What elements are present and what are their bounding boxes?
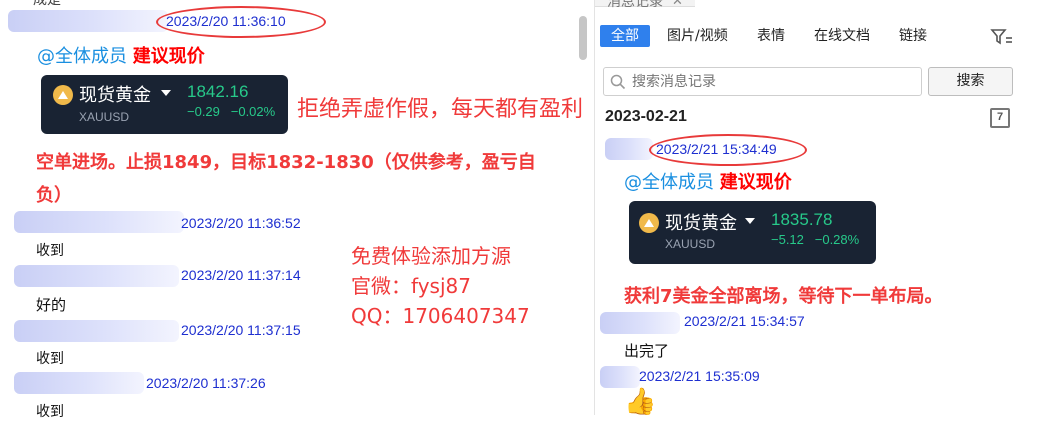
gold-coin-icon: [639, 213, 659, 233]
quote-card[interactable]: 现货黄金 XAUUSD 1842.16 −0.29 −0.02%: [41, 75, 288, 134]
quote-name: 现货黄金: [79, 85, 151, 106]
message-text: 收到: [36, 404, 64, 420]
sender-avatar-blurred: [14, 211, 184, 233]
gold-coin-icon: [53, 85, 73, 105]
quote-change: −5.12 −0.28%: [771, 232, 859, 247]
search-field[interactable]: [603, 67, 922, 96]
dropdown-caret-icon: [745, 218, 755, 224]
quote-change-value: −5.12: [771, 232, 804, 247]
message-body: 空单进场。止损1849，目标1832-1830（仅供参考，盈亏自: [36, 152, 536, 173]
tab-emoji[interactable]: 表情: [749, 25, 793, 47]
quote-change-value: −0.29: [187, 104, 220, 119]
message-timestamp: 2023/2/21 15:35:09: [639, 368, 760, 384]
tab-media[interactable]: 图片/视频: [659, 25, 736, 47]
slogan-text: 拒绝弄虚作假，每天都有盈利: [297, 97, 584, 122]
message-timestamp: 2023/2/21 15:34:57: [684, 313, 805, 329]
tab-all[interactable]: 全部: [600, 25, 650, 47]
history-panel: 消息记录 ✕ 全部 图片/视频 表情 在线文档 链接 搜索 2023-02-21…: [595, 0, 1045, 417]
search-button[interactable]: 搜索: [928, 67, 1013, 96]
promo-line3: QQ：1706407347: [351, 304, 530, 328]
dropdown-caret-icon: [161, 90, 171, 96]
thumbs-up-icon: 👍: [624, 387, 657, 417]
quote-price: 1835.78: [771, 210, 833, 229]
quote-change-pct: −0.28%: [814, 232, 860, 247]
quote-change: −0.29 −0.02%: [187, 104, 275, 119]
close-icon[interactable]: ✕: [672, 0, 683, 9]
scrollbar-track[interactable]: [578, 0, 588, 415]
message-text: 收到: [36, 243, 64, 259]
sender-avatar-blurred: [8, 10, 168, 32]
sender-avatar-blurred: [14, 265, 179, 287]
sender-avatar-blurred: [600, 312, 680, 334]
message-body: 获利7美金全部离场，等待下一单布局。: [624, 286, 943, 307]
message-text: 收到: [36, 351, 64, 367]
filter-icon[interactable]: [990, 27, 1014, 47]
message-timestamp: 2023/2/20 11:37:26: [146, 375, 266, 391]
sender-avatar-blurred: [14, 320, 179, 342]
quote-symbol: XAUUSD: [665, 237, 716, 251]
mention-label: @全体成员: [624, 172, 714, 193]
highlight-ellipse: [649, 134, 807, 166]
scrollbar-thumb[interactable]: [579, 16, 587, 60]
message-body-line2: 负）: [36, 185, 72, 206]
tab-links[interactable]: 链接: [891, 25, 935, 47]
mention-all[interactable]: @全体成员 建议现价: [37, 42, 205, 68]
truncated-text: 成是: [33, 0, 61, 8]
mention-suggestion: 建议现价: [719, 172, 792, 193]
date-header: 2023-02-21: [605, 108, 687, 125]
sender-avatar-blurred: [605, 138, 653, 160]
message-timestamp: 2023/2/20 11:36:52: [181, 215, 301, 231]
promo-line1: 免费体验添加方源: [351, 244, 511, 268]
promo-line2: 官微：fysj87: [351, 274, 471, 298]
message-timestamp: 2023/2/20 11:37:14: [181, 267, 301, 283]
message-text: 好的: [36, 296, 67, 314]
mention-label: @全体成员: [37, 46, 127, 67]
sender-avatar-blurred: [14, 372, 144, 394]
quote-change-pct: −0.02%: [230, 104, 276, 119]
panel-title: 消息记录: [607, 0, 663, 10]
mention-suggestion: 建议现价: [132, 46, 205, 67]
message-timestamp: 2023/2/20 11:37:15: [181, 322, 301, 338]
highlight-ellipse: [156, 6, 326, 38]
tab-docs[interactable]: 在线文档: [806, 25, 878, 47]
calendar-date: 7: [996, 111, 1004, 123]
mention-all[interactable]: @全体成员 建议现价: [624, 168, 792, 194]
quote-price: 1842.16: [187, 82, 249, 101]
quote-symbol: XAUUSD: [79, 110, 130, 124]
search-input[interactable]: [632, 71, 912, 92]
calendar-icon[interactable]: 7: [990, 108, 1010, 128]
message-text: 出完了: [624, 342, 670, 360]
quote-card[interactable]: 现货黄金 XAUUSD 1835.78 −5.12 −0.28%: [629, 201, 876, 264]
search-icon: [610, 74, 626, 94]
sender-avatar-blurred: [600, 366, 640, 388]
quote-name: 现货黄金: [665, 213, 737, 234]
left-chat-pane[interactable]: 成是 2023/2/20 11:36:10 @全体成员 建议现价 现货黄金 XA…: [0, 0, 594, 420]
